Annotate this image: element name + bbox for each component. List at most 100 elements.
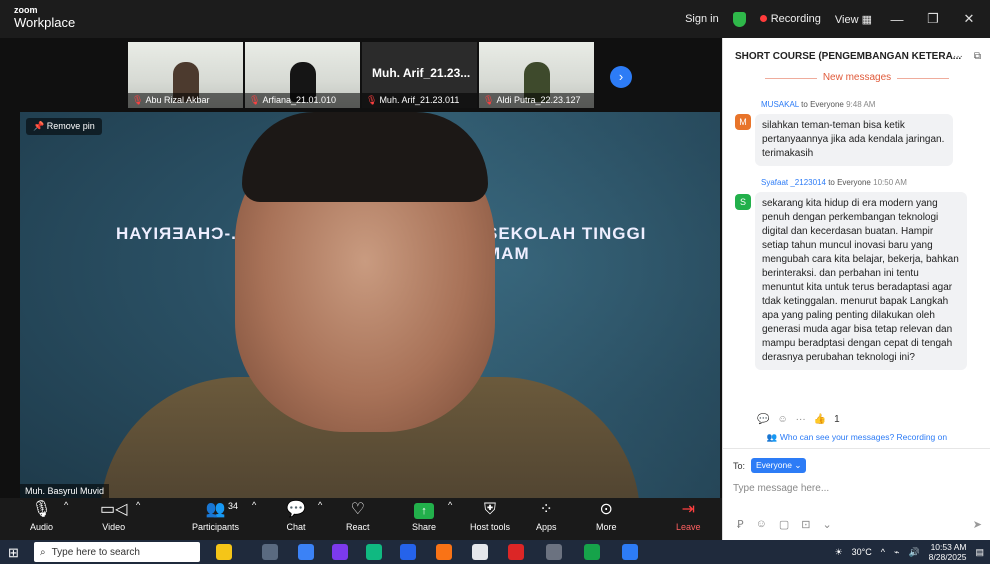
recipient-row: To: Everyone ⌄ (733, 458, 807, 473)
people-icon: 👥 (766, 432, 778, 442)
share-button[interactable]: ↑ Share (412, 500, 436, 532)
file-explorer-icon[interactable] (298, 544, 314, 560)
speaker-name-label: Muh. Basyrul Muvid (20, 484, 110, 498)
emoji-icon[interactable]: ☺ (756, 518, 767, 531)
clock-date: 8/28/2025 (928, 552, 967, 562)
muted-mic-icon: 🎙 (249, 95, 261, 105)
tray-chevron-icon[interactable]: ^ (881, 547, 885, 557)
share-options-chevron-icon[interactable]: ^ (448, 500, 452, 510)
message-time: 10:50 AM (873, 178, 907, 187)
chat-bubble-icon: 💬 (286, 501, 306, 518)
share-label: Share (412, 522, 437, 532)
apps-button[interactable]: ⁘ Apps (536, 500, 557, 532)
audio-button[interactable]: 🎙 Audio (30, 500, 53, 532)
participant-thumbnail[interactable]: 🎙 Abu Rizal Akbar (128, 42, 243, 108)
camera-icon[interactable] (546, 544, 562, 560)
chat-options-chevron-icon[interactable]: ^ (318, 500, 322, 510)
recording-dot-icon (759, 15, 767, 22)
screenshot-icon[interactable]: ⊡ (801, 518, 810, 531)
shield-icon: ⛨ (484, 501, 497, 518)
chat-button[interactable]: 💬 Chat (286, 500, 306, 532)
app-icon[interactable] (332, 544, 348, 560)
message-sender[interactable]: MUSAKAL (761, 100, 799, 109)
zoom-taskbar-icon[interactable] (622, 544, 638, 560)
recipient-dropdown[interactable]: Everyone ⌄ (751, 458, 807, 473)
network-icon[interactable]: ⌁ (894, 547, 899, 558)
grid-icon: ▦ (861, 13, 872, 26)
reaction-count: 1 (834, 414, 840, 425)
active-speaker-video: HAYIЯƎAHƆ-. SEKOLAH TINGGI MAM HS 📌 Remo… (20, 112, 720, 498)
who-can-see-text: Who can see your messages? Recording on (779, 432, 948, 442)
store-icon[interactable] (472, 544, 488, 560)
sparkle-widget-icon[interactable] (216, 544, 232, 560)
outlook-icon[interactable] (400, 544, 416, 560)
react-button[interactable]: ♡ React (346, 500, 370, 532)
chat-input-tools: Ꝑ ☺ ▢ ⊡ ⌄ (737, 518, 832, 531)
muted-mic-icon: 🎙 (132, 95, 144, 105)
search-placeholder: Type here to search (51, 546, 140, 558)
opera-icon[interactable] (508, 544, 524, 560)
firefox-icon[interactable] (436, 544, 452, 560)
thumbnail-name-label: 🎙 Aldi Putra_22.23.127 (479, 93, 594, 108)
thumbnail-name: Arfiana_21.01.010 (262, 95, 336, 105)
weather-temp: 30°C (851, 547, 872, 557)
muted-mic-icon: 🎙 (366, 95, 378, 105)
weather-icon[interactable]: ☀ (835, 547, 843, 558)
thumbs-up-icon[interactable]: 👍 (814, 414, 826, 425)
video-button[interactable]: ▭◁ Video (100, 500, 127, 532)
leave-button[interactable]: ⇥ Leave (676, 500, 701, 532)
windows-start-icon[interactable]: ⊞ (8, 545, 19, 561)
file-icon[interactable]: ▢ (779, 518, 789, 531)
apps-label: Apps (536, 522, 557, 532)
react-label: React (346, 522, 370, 532)
thumbnail-name-label: 🎙 Arfiana_21.01.010 (245, 93, 360, 108)
notification-icon[interactable]: ▤ (975, 547, 984, 558)
edge-icon[interactable] (366, 544, 382, 560)
participant-thumbnail[interactable]: Muh. Arif_21.23... 🎙 Muh. Arif_21.23.011 (362, 42, 477, 108)
format-text-icon[interactable]: Ꝑ (737, 518, 744, 531)
host-tools-button[interactable]: ⛨ Host tools (470, 500, 510, 532)
chat-more-icon[interactable]: ··· (953, 51, 963, 62)
participants-count-badge: 34 (228, 501, 239, 511)
thumbnail-name: Abu Rizal Akbar (145, 95, 210, 105)
task-view-icon[interactable] (262, 544, 278, 560)
view-button[interactable]: View ▦ (835, 13, 872, 26)
chrome-icon[interactable] (584, 544, 600, 560)
participant-thumbnail[interactable]: 🎙 Arfiana_21.01.010 (245, 42, 360, 108)
leave-door-icon: ⇥ (681, 501, 695, 518)
clock-time: 10:53 AM (930, 542, 967, 552)
recording-indicator[interactable]: Recording (759, 13, 821, 25)
zoom-window: zoom Workplace Sign in Recording View ▦ … (0, 0, 990, 564)
security-shield-icon[interactable] (732, 11, 746, 27)
volume-icon[interactable]: 🔊 (908, 547, 919, 558)
video-options-chevron-icon[interactable]: ^ (136, 500, 140, 510)
who-can-see-link[interactable]: 👥 Who can see your messages? Recording o… (723, 432, 990, 443)
reply-icon[interactable]: 💬 (757, 414, 769, 425)
to-label: To: (733, 460, 746, 471)
message-more-icon[interactable]: ··· (796, 414, 806, 425)
sign-in-button[interactable]: Sign in (685, 13, 719, 25)
remove-pin-button[interactable]: 📌 Remove pin (26, 118, 102, 135)
minimize-button[interactable]: — (886, 12, 908, 27)
clock[interactable]: 10:53 AM 8/28/2025 (929, 542, 967, 562)
message-bubble: sekarang kita hidup di era modern yang p… (755, 192, 967, 370)
taskbar-search-box[interactable]: ⌕ Type here to search (34, 542, 200, 562)
maximize-button[interactable]: ❐ (922, 11, 944, 27)
participants-icon: 👥 (205, 501, 226, 518)
participants-options-chevron-icon[interactable]: ^ (252, 500, 256, 510)
audio-options-chevron-icon[interactable]: ^ (64, 500, 68, 510)
tools-chevron-icon[interactable]: ⌄ (823, 518, 832, 531)
close-button[interactable]: ✕ (958, 11, 980, 27)
add-emoji-icon[interactable]: ☺ (777, 414, 787, 425)
message-reactions: 💬 ☺ ··· 👍 1 (757, 414, 840, 425)
message-sender[interactable]: Syafaat _2123014 (761, 178, 826, 187)
send-icon[interactable]: ➤ (973, 518, 982, 531)
more-dots-icon: ⊙ (599, 501, 613, 518)
pop-out-icon[interactable]: ⧉ (974, 51, 981, 62)
more-button[interactable]: ⊙ More (596, 500, 617, 532)
pin-icon: 📌 (33, 121, 45, 131)
participant-thumbnail-strip: 🎙 Abu Rizal Akbar 🎙 Arfiana_21.01.010 Muh.… (128, 42, 598, 108)
chat-message-input[interactable] (733, 478, 981, 498)
next-page-chevron-icon[interactable]: › (610, 66, 632, 88)
participant-thumbnail[interactable]: 🎙 Aldi Putra_22.23.127 (479, 42, 594, 108)
